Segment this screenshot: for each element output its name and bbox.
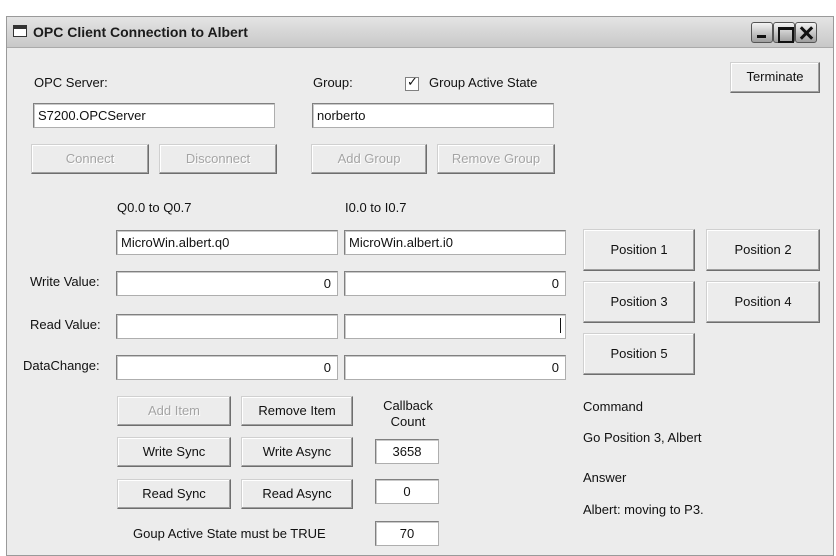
- callback-label-line2: Count: [390, 414, 426, 429]
- title-bar[interactable]: OPC Client Connection to Albert: [7, 17, 833, 48]
- callback-field-3: 70: [375, 521, 439, 546]
- write-value-label: Write Value:: [30, 274, 100, 289]
- command-value: Go Position 3, Albert: [583, 430, 702, 445]
- answer-label: Answer: [583, 470, 627, 485]
- position-4-button[interactable]: Position 4: [706, 281, 820, 323]
- input-write-value-input[interactable]: 0: [344, 271, 566, 296]
- input-data-change-input[interactable]: 0: [344, 355, 566, 380]
- window-icon: [13, 25, 27, 37]
- position-3-button[interactable]: Position 3: [583, 281, 695, 323]
- add-item-button[interactable]: Add Item: [117, 396, 231, 426]
- add-group-button[interactable]: Add Group: [311, 144, 427, 174]
- minimize-button[interactable]: [751, 22, 773, 43]
- input-read-value-input[interactable]: [344, 314, 566, 339]
- read-value-label: Read Value:: [30, 317, 101, 332]
- text-caret: [560, 318, 561, 333]
- callback-label-line1: Callback: [383, 398, 433, 413]
- opc-server-label: OPC Server:: [34, 75, 108, 90]
- input-item-input[interactable]: MicroWin.albert.i0: [344, 230, 566, 255]
- write-sync-button[interactable]: Write Sync: [117, 437, 231, 467]
- answer-value: Albert: moving to P3.: [583, 502, 704, 517]
- outputs-header: Q0.0 to Q0.7: [117, 200, 192, 215]
- position-5-button[interactable]: Position 5: [583, 333, 695, 375]
- close-button[interactable]: [795, 22, 817, 43]
- position-1-button[interactable]: Position 1: [583, 229, 695, 271]
- main-window: OPC Client Connection to Albert OPC Serv…: [6, 16, 834, 556]
- data-change-label: DataChange:: [23, 358, 100, 373]
- remove-group-button[interactable]: Remove Group: [437, 144, 555, 174]
- output-item-input[interactable]: MicroWin.albert.q0: [116, 230, 338, 255]
- inputs-header: I0.0 to I0.7: [345, 200, 407, 215]
- output-write-value-input[interactable]: 0: [116, 271, 338, 296]
- opc-server-input[interactable]: S7200.OPCServer: [33, 103, 275, 128]
- group-active-state-label: Group Active State: [429, 75, 538, 90]
- write-async-button[interactable]: Write Async: [241, 437, 353, 467]
- output-read-value-input[interactable]: [116, 314, 338, 339]
- callback-field-2: 0: [375, 479, 439, 504]
- output-data-change-input[interactable]: 0: [116, 355, 338, 380]
- read-sync-button[interactable]: Read Sync: [117, 479, 231, 509]
- group-active-state-checkbox[interactable]: [405, 75, 419, 91]
- terminate-button[interactable]: Terminate: [730, 62, 820, 93]
- group-label: Group:: [313, 75, 353, 90]
- position-2-button[interactable]: Position 2: [706, 229, 820, 271]
- remove-item-button[interactable]: Remove Item: [241, 396, 353, 426]
- maximize-button[interactable]: [773, 22, 795, 43]
- connect-button[interactable]: Connect: [31, 144, 149, 174]
- callback-count-field: 3658: [375, 439, 439, 464]
- group-input[interactable]: norberto: [312, 103, 554, 128]
- status-note: Goup Active State must be TRUE: [133, 526, 326, 541]
- command-label: Command: [583, 399, 643, 414]
- read-async-button[interactable]: Read Async: [241, 479, 353, 509]
- window-title: OPC Client Connection to Albert: [33, 24, 248, 40]
- disconnect-button[interactable]: Disconnect: [159, 144, 277, 174]
